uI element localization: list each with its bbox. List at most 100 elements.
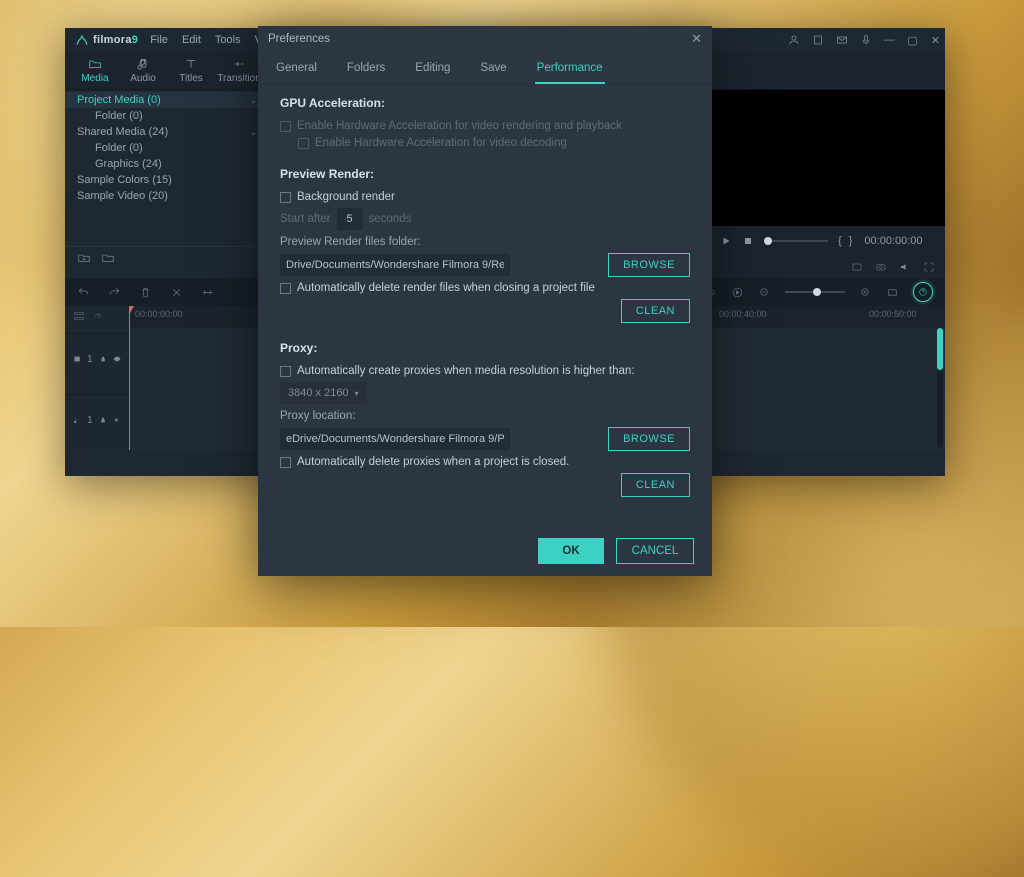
dialog-titlebar: Preferences ✕ bbox=[258, 26, 712, 52]
new-folder-icon[interactable] bbox=[77, 251, 91, 265]
play-icon[interactable] bbox=[720, 235, 732, 247]
start-after-row: Start after seconds bbox=[280, 208, 690, 230]
cancel-button[interactable]: CANCEL bbox=[616, 538, 694, 564]
notes-icon[interactable] bbox=[812, 34, 824, 46]
tab-save[interactable]: Save bbox=[478, 58, 508, 83]
lock-icon[interactable] bbox=[99, 415, 107, 425]
auto-delete-proxy-label: Automatically delete proxies when a proj… bbox=[297, 456, 569, 468]
tab-editing[interactable]: Editing bbox=[413, 58, 452, 83]
video-track-head[interactable]: 1 bbox=[65, 333, 129, 384]
ruler-tick: 00:00:40:00 bbox=[719, 309, 767, 319]
tab-folders[interactable]: Folders bbox=[345, 58, 387, 83]
tree-folder[interactable]: Folder (0) bbox=[65, 108, 265, 124]
tracks-icon[interactable] bbox=[73, 310, 85, 322]
timeline-scrollbar[interactable] bbox=[937, 328, 943, 448]
render-folder-input[interactable] bbox=[280, 254, 510, 276]
window-maximize[interactable]: ▢ bbox=[907, 35, 918, 46]
menu-edit[interactable]: Edit bbox=[182, 34, 201, 46]
playhead[interactable] bbox=[129, 306, 130, 450]
open-folder-icon[interactable] bbox=[101, 251, 115, 265]
preview-progress[interactable] bbox=[764, 240, 828, 242]
proxy-resolution-select[interactable]: 3840 x 2160▾ bbox=[280, 382, 367, 404]
delete-icon[interactable] bbox=[139, 286, 152, 299]
zoom-slider[interactable] bbox=[785, 291, 845, 293]
tree-project-media[interactable]: Project Media (0)⌄ bbox=[65, 92, 265, 108]
auto-delete-render-row: Automatically delete render files when c… bbox=[280, 282, 690, 294]
tree-sample-colors[interactable]: Sample Colors (15) bbox=[65, 172, 265, 188]
auto-create-proxy-checkbox[interactable] bbox=[280, 366, 291, 377]
gpu-decoding-label: Enable Hardware Acceleration for video d… bbox=[315, 137, 567, 149]
render-clean-button[interactable]: CLEAN bbox=[621, 299, 690, 323]
dialog-close-button[interactable]: ✕ bbox=[691, 31, 702, 47]
ribbon-tab-titles[interactable]: Titles bbox=[167, 52, 215, 89]
tree-shared-media[interactable]: Shared Media (24)⌄ bbox=[65, 124, 265, 140]
preview-render-heading: Preview Render: bbox=[280, 167, 690, 181]
stop-icon[interactable] bbox=[742, 235, 754, 247]
auto-delete-proxy-row: Automatically delete proxies when a proj… bbox=[280, 456, 690, 468]
start-after-input[interactable] bbox=[337, 208, 363, 230]
transition-icon bbox=[231, 57, 247, 71]
proxy-clean-button[interactable]: CLEAN bbox=[621, 473, 690, 497]
zoom-in-icon[interactable] bbox=[859, 286, 872, 299]
window-close[interactable]: ✕ bbox=[930, 35, 941, 46]
marker-brackets[interactable]: { } bbox=[838, 235, 854, 247]
proxy-location-input[interactable] bbox=[280, 428, 510, 450]
gpu-render-playback-row: Enable Hardware Acceleration for video r… bbox=[280, 120, 690, 132]
ribbon-tab-media[interactable]: Media bbox=[71, 52, 119, 89]
mic-icon[interactable] bbox=[860, 34, 872, 46]
account-icon[interactable] bbox=[788, 34, 800, 46]
titles-icon bbox=[183, 57, 199, 71]
tree-graphics[interactable]: Graphics (24) bbox=[65, 156, 265, 172]
eye-icon[interactable] bbox=[113, 354, 121, 364]
auto-delete-render-label: Automatically delete render files when c… bbox=[297, 282, 595, 294]
auto-create-proxy-label: Automatically create proxies when media … bbox=[297, 365, 635, 377]
preview-controls: { } 00:00:00:00 bbox=[710, 226, 945, 256]
background-render-checkbox[interactable] bbox=[280, 192, 291, 203]
zoom-out-icon[interactable] bbox=[758, 286, 771, 299]
volume-icon[interactable] bbox=[899, 261, 911, 273]
background-render-label: Background render bbox=[297, 191, 395, 203]
auto-delete-render-checkbox[interactable] bbox=[280, 283, 291, 294]
chain-icon[interactable] bbox=[91, 310, 103, 322]
help-ring-button[interactable] bbox=[913, 282, 933, 302]
gpu-render-playback-checkbox[interactable] bbox=[280, 121, 291, 132]
split-icon[interactable] bbox=[170, 286, 183, 299]
undo-icon[interactable] bbox=[77, 286, 90, 299]
crop-icon[interactable] bbox=[201, 286, 214, 299]
snapshot-icon[interactable] bbox=[875, 261, 887, 273]
proxy-browse-button[interactable]: BROWSE bbox=[608, 427, 690, 451]
lock-icon[interactable] bbox=[99, 354, 107, 364]
fullscreen-icon[interactable] bbox=[923, 261, 935, 273]
track-heads: 1 1 bbox=[65, 306, 129, 450]
tab-performance[interactable]: Performance bbox=[535, 58, 605, 84]
auto-delete-proxy-checkbox[interactable] bbox=[280, 457, 291, 468]
ruler-tick: 00:00:00:00 bbox=[135, 309, 183, 319]
render-browse-button[interactable]: BROWSE bbox=[608, 253, 690, 277]
quality-icon[interactable] bbox=[851, 261, 863, 273]
menu-file[interactable]: File bbox=[150, 34, 168, 46]
gpu-decoding-row: Enable Hardware Acceleration for video d… bbox=[298, 137, 690, 149]
gpu-decoding-checkbox[interactable] bbox=[298, 138, 309, 149]
ribbon-tab-audio[interactable]: Audio bbox=[119, 52, 167, 89]
tab-general[interactable]: General bbox=[274, 58, 319, 83]
proxy-section: Proxy: Automatically create proxies when… bbox=[280, 341, 690, 497]
preview-panel: { } 00:00:00:00 bbox=[710, 90, 945, 278]
mail-icon[interactable] bbox=[836, 34, 848, 46]
ribbon-tab-transition[interactable]: Transition bbox=[215, 52, 263, 89]
ok-button[interactable]: OK bbox=[538, 538, 604, 564]
tree-folder[interactable]: Folder (0) bbox=[65, 140, 265, 156]
chevron-down-icon: ⌄ bbox=[249, 95, 257, 106]
render-icon[interactable] bbox=[731, 286, 744, 299]
zoom-fit-icon[interactable] bbox=[886, 286, 899, 299]
preview-viewport[interactable] bbox=[710, 90, 945, 226]
redo-icon[interactable] bbox=[108, 286, 121, 299]
film-icon bbox=[73, 354, 81, 364]
window-minimize[interactable]: — bbox=[884, 35, 895, 46]
tree-sample-video[interactable]: Sample Video (20) bbox=[65, 188, 265, 204]
gpu-section: GPU Acceleration: Enable Hardware Accele… bbox=[280, 96, 690, 149]
help-icon bbox=[918, 287, 928, 297]
audio-track-head[interactable]: 1 bbox=[65, 394, 129, 445]
menu-tools[interactable]: Tools bbox=[215, 34, 241, 46]
render-clean-row: CLEAN bbox=[280, 299, 690, 323]
speaker-icon[interactable] bbox=[113, 415, 121, 425]
